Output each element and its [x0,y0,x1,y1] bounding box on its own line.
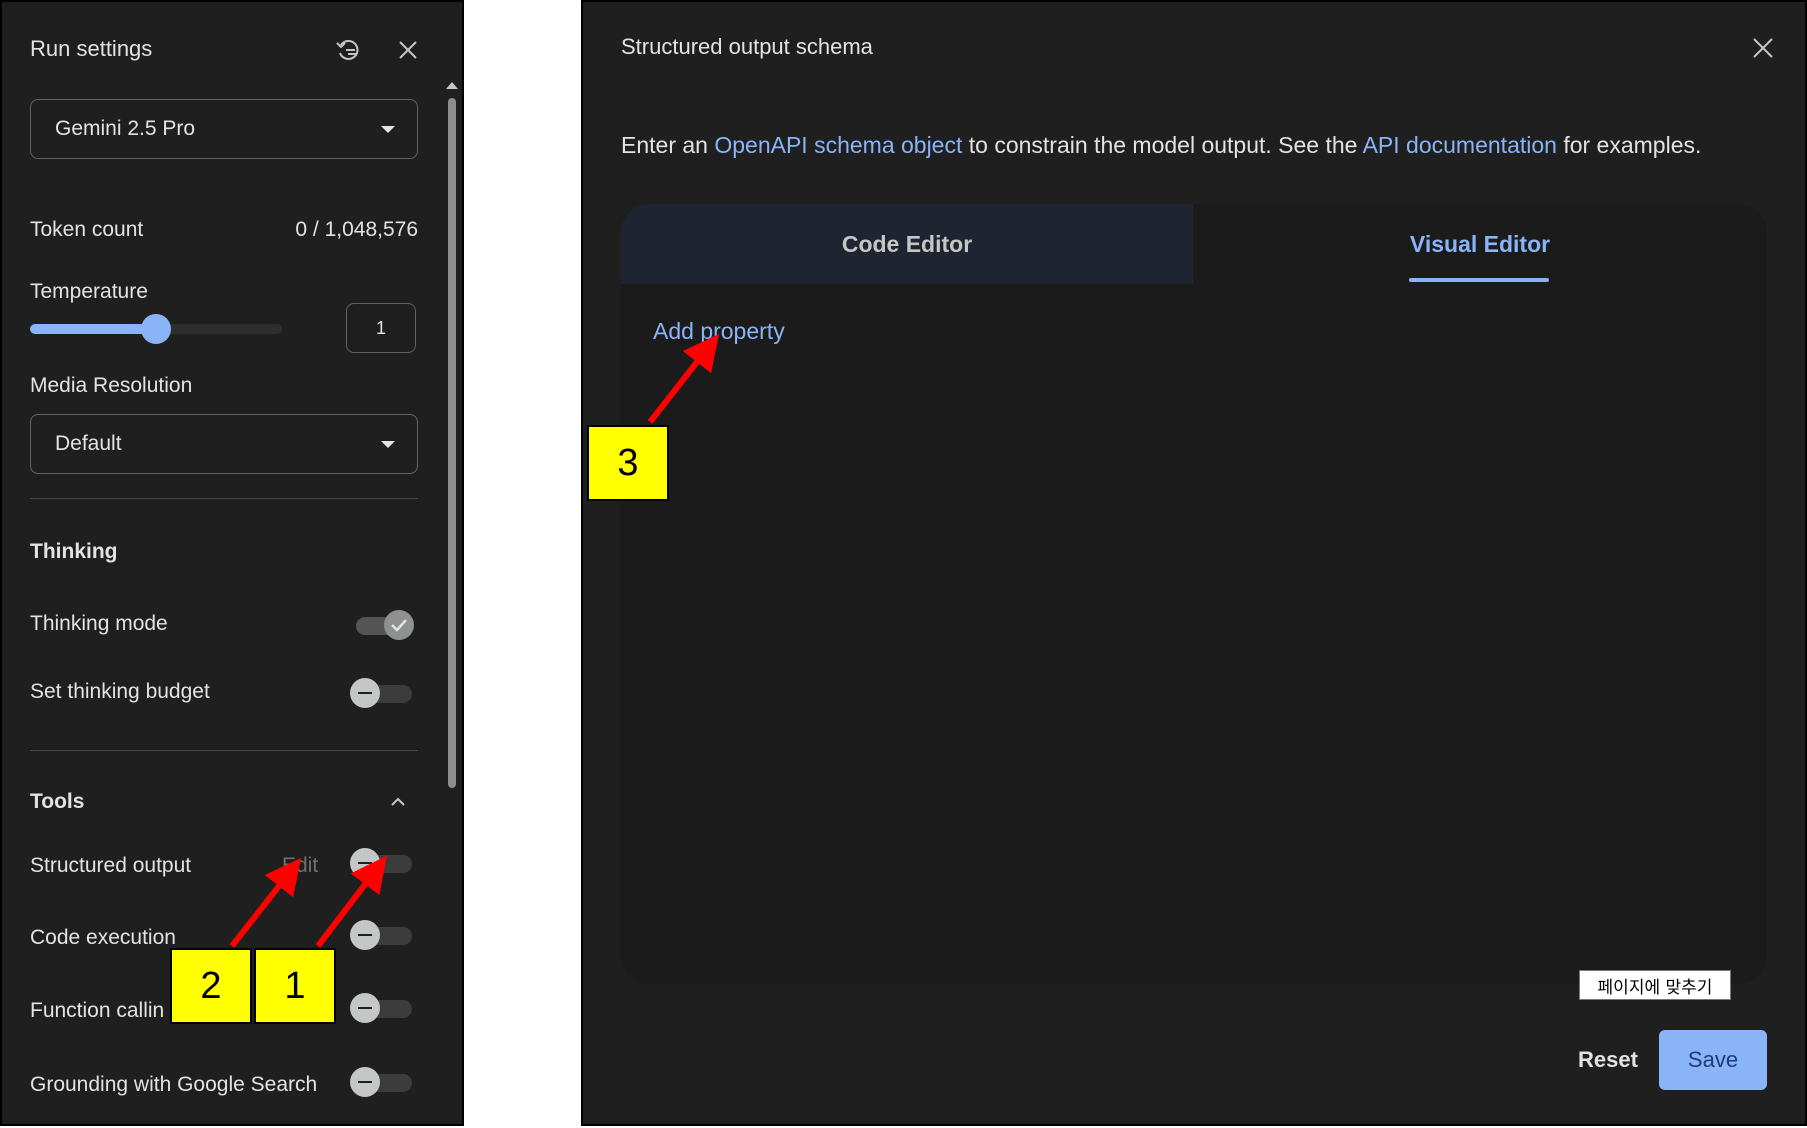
annotation-arrows [229,333,720,948]
arrow-to-edit [229,857,302,948]
arrow-to-add-property [647,333,720,424]
arrow-to-toggle [315,855,387,948]
